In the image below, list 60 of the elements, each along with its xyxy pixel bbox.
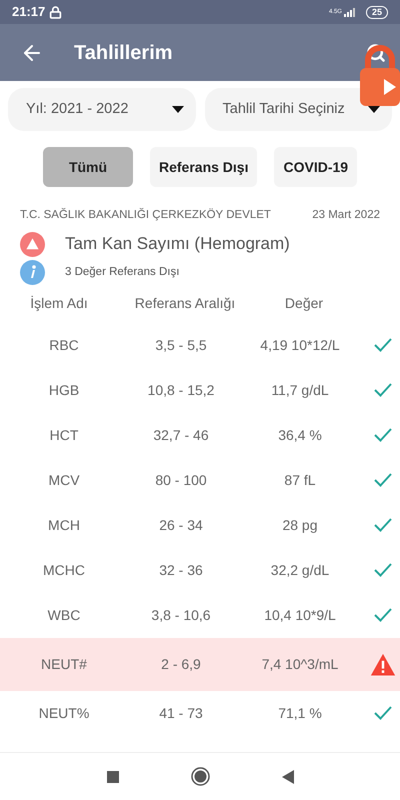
reference-range: 3,5 - 5,5 xyxy=(154,336,208,355)
test-code: MCHC xyxy=(42,560,86,580)
search-button[interactable] xyxy=(366,42,386,62)
test-name: Tam Kan Sayımı (Hemogram) xyxy=(65,233,290,256)
column-header: İşlem Adı xyxy=(29,294,89,314)
filter-tab[interactable]: COVID-19 xyxy=(274,147,358,187)
report-date: 23 Mart 2022 xyxy=(312,208,380,223)
check-icon xyxy=(373,337,393,354)
result-value: 87 fL xyxy=(283,470,317,490)
reference-range: 80 - 100 xyxy=(154,470,208,490)
status-time: 21:17 xyxy=(12,3,46,22)
out-of-range-note: 3 Değer Referans Dışı xyxy=(65,264,180,280)
filter-tab[interactable]: Tümü xyxy=(43,147,133,187)
reference-range: 26 - 34 xyxy=(158,516,204,535)
back-nav-button[interactable] xyxy=(282,770,294,784)
warning-icon xyxy=(370,652,396,676)
home-button[interactable] xyxy=(190,767,210,786)
test-code: NEUT% xyxy=(38,704,90,723)
reference-range: 32,7 - 46 xyxy=(152,426,210,445)
page-title: Tahlillerim xyxy=(74,40,173,66)
test-code: WBC xyxy=(46,606,82,625)
reference-range: 10,8 - 15,2 xyxy=(146,380,216,400)
battery-indicator: 25 xyxy=(366,6,388,18)
check-icon xyxy=(373,562,393,578)
check-icon xyxy=(373,517,393,534)
hospital-name: T.C. SAĞLIK BAKANLIĞI ÇERKEZKÖY DEVLET xyxy=(20,207,271,223)
info-icon xyxy=(20,260,45,285)
recents-button[interactable] xyxy=(106,770,118,782)
reference-range: 41 - 73 xyxy=(158,704,204,723)
test-code: HCT xyxy=(48,426,80,445)
signal-icon xyxy=(344,7,358,17)
test-code: MCV xyxy=(47,470,81,490)
dropdown[interactable]: Tahlil Tarihi Seçiniz xyxy=(204,88,392,131)
reference-range: 3,8 - 10,6 xyxy=(150,606,212,625)
dropdown[interactable]: Yıl: 2021 - 2022 xyxy=(8,88,196,131)
check-icon xyxy=(373,607,393,624)
column-header: Referans Aralığı xyxy=(134,294,236,314)
reference-range: 2 - 6,9 xyxy=(160,654,202,674)
test-code: MCH xyxy=(47,516,81,535)
check-icon xyxy=(373,705,393,722)
caret-icon xyxy=(172,106,184,113)
result-value: 4,19 10*12/L xyxy=(259,336,341,355)
result-value: 71,1 % xyxy=(277,704,323,723)
reference-range: 32 - 36 xyxy=(158,560,204,580)
lock-icon xyxy=(49,6,62,18)
result-value: 36,4 % xyxy=(277,426,323,445)
column-header: Değer xyxy=(284,294,324,314)
result-value: 28 pg xyxy=(281,516,319,535)
result-value: 32,2 g/dL xyxy=(270,560,330,580)
check-icon xyxy=(373,427,393,444)
filter-tab[interactable]: Referans Dışı xyxy=(150,147,258,187)
result-value: 11,7 g/dL xyxy=(270,380,330,400)
test-code: HGB xyxy=(48,380,80,400)
result-value: 7,4 10^3/mL xyxy=(260,654,340,674)
test-code: NEUT# xyxy=(40,654,88,674)
check-icon xyxy=(373,472,393,488)
test-code: RBC xyxy=(48,336,80,355)
check-icon xyxy=(373,382,393,398)
result-value: 10,4 10*9/L xyxy=(263,606,337,625)
warning-glyph-icon xyxy=(26,238,39,250)
